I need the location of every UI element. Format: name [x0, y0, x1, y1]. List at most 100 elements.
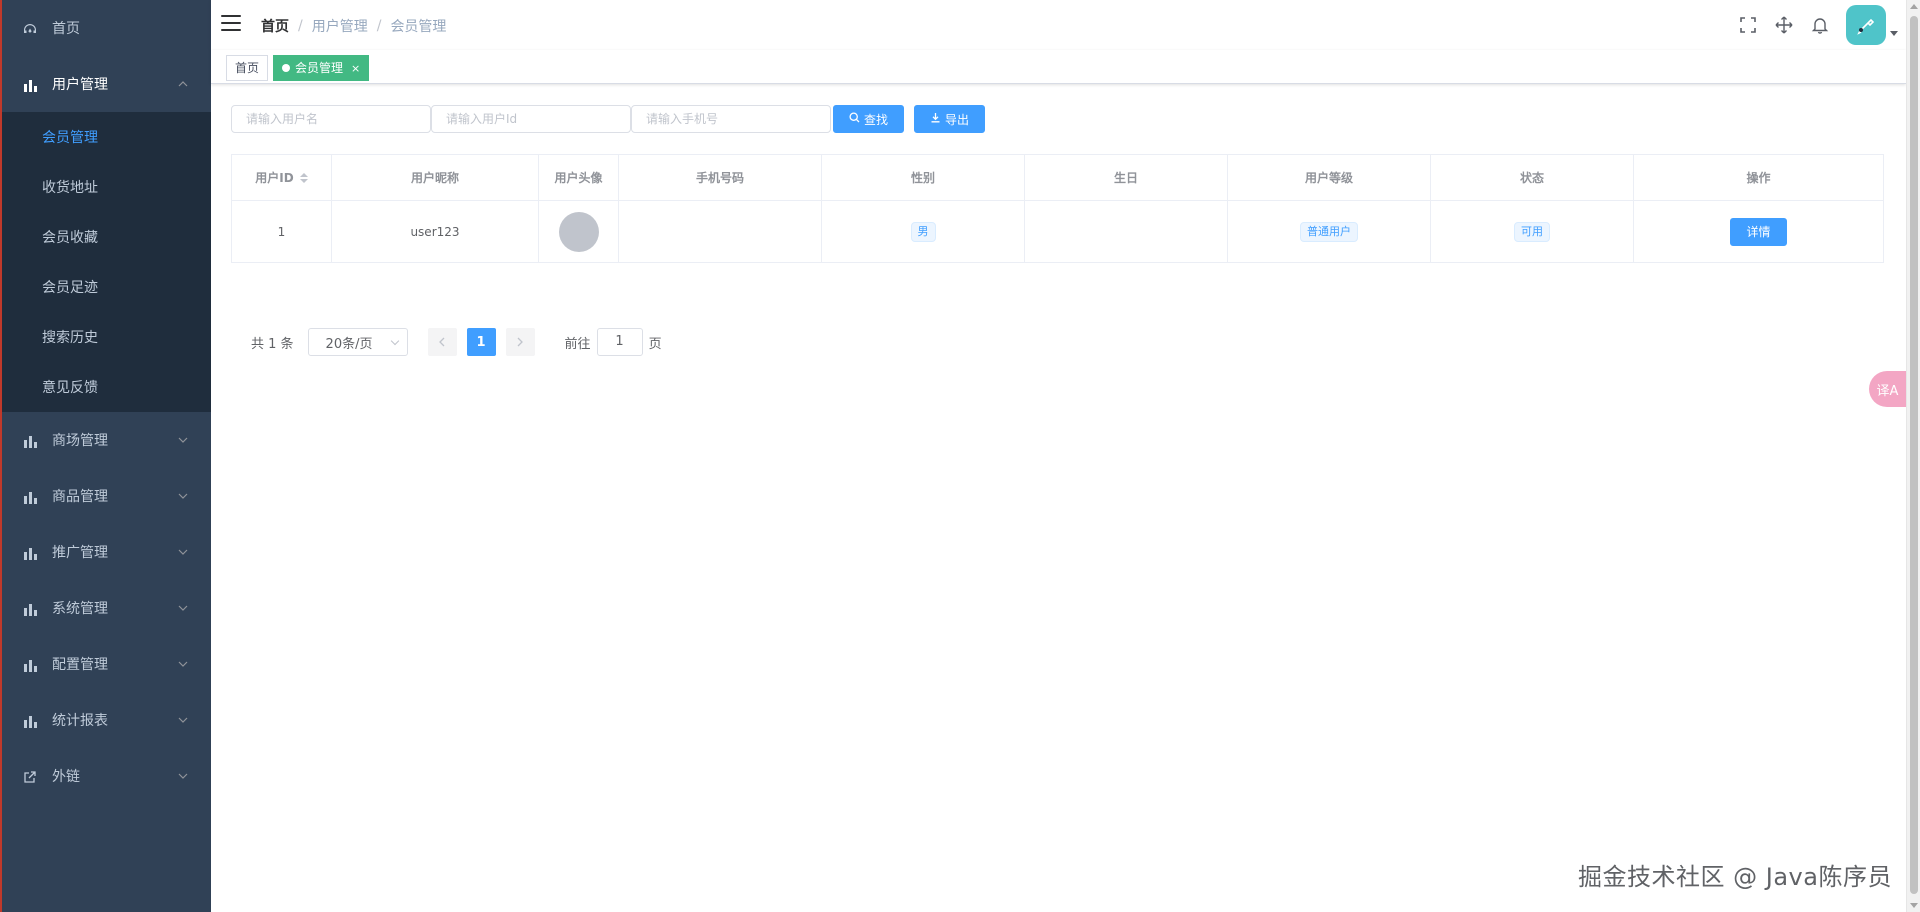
scroll-down-icon[interactable] [1910, 903, 1918, 908]
move-icon[interactable] [1774, 15, 1794, 35]
chart-icon [22, 600, 38, 616]
main-content: 请输入用户名 请输入用户Id 请输入手机号 查找 导出 用户ID 用户昵称 用户… [211, 84, 1906, 912]
close-icon[interactable]: × [351, 62, 360, 75]
user-avatar-placeholder [558, 211, 599, 252]
sidebar-group-label: 系统管理 [52, 601, 108, 617]
active-dot-icon [282, 63, 290, 72]
header-label: 用户ID [255, 171, 294, 185]
goto-label: 前往 [564, 336, 591, 352]
page-number-button[interactable]: 1 [466, 328, 496, 356]
table-header: 用户ID 用户昵称 用户头像 手机号码 性别 生日 用户等级 状态 操作 [232, 155, 1883, 201]
export-button[interactable]: 导出 [914, 105, 986, 133]
cell-phone [619, 201, 822, 262]
sidebar-item-label: 意见反馈 [42, 380, 98, 396]
scroll-up-icon[interactable] [1910, 4, 1918, 9]
userid-input[interactable]: 请输入用户Id [431, 105, 631, 133]
user-avatar-dropdown[interactable] [1846, 5, 1898, 45]
sidebar-item-member-favorites[interactable]: 会员收藏 [2, 212, 211, 262]
page-size-value: 20条/页 [325, 336, 373, 352]
page-scrollbar[interactable] [1906, 0, 1920, 912]
bell-icon[interactable] [1810, 15, 1830, 35]
cell-gender: 男 [822, 201, 1025, 262]
sidebar-group-config-management[interactable]: 配置管理 [2, 636, 211, 692]
translate-icon[interactable]: 译A [1869, 371, 1906, 407]
column-header-phone: 手机号码 [619, 155, 822, 200]
tab-home[interactable]: 首页 [226, 55, 269, 81]
sidebar-group-label: 商品管理 [52, 489, 108, 505]
chart-icon [22, 656, 38, 672]
chart-icon [22, 544, 38, 560]
dashboard-icon [22, 20, 38, 36]
column-header-status: 状态 [1431, 155, 1634, 200]
chevron-down-icon [177, 602, 189, 614]
sidebar-item-member-management[interactable]: 会员管理 [2, 112, 211, 162]
level-tag: 普通用户 [1300, 221, 1358, 242]
cell-action: 详情 [1634, 201, 1883, 262]
breadcrumb: 首页 / 用户管理 / 会员管理 [261, 16, 446, 36]
username-input[interactable]: 请输入用户名 [231, 105, 431, 133]
sidebar-item-feedback[interactable]: 意见反馈 [2, 362, 211, 412]
sidebar-group-label: 外链 [52, 769, 80, 785]
sidebar: 首页 用户管理 会员管理 收货地址 会员收藏 会员足迹 搜索历史 意见反馈 商场… [0, 0, 211, 912]
next-page-button[interactable] [505, 328, 535, 356]
cell-level: 普通用户 [1228, 201, 1431, 262]
sidebar-group-label: 推广管理 [52, 545, 108, 561]
sidebar-group-system-management[interactable]: 系统管理 [2, 580, 211, 636]
column-header-action: 操作 [1634, 155, 1883, 200]
cell-birthday [1025, 201, 1228, 262]
navbar: 首页 / 用户管理 / 会员管理 [211, 0, 1906, 50]
member-table: 用户ID 用户昵称 用户头像 手机号码 性别 生日 用户等级 状态 操作 1 u… [231, 154, 1884, 263]
search-button-label: 查找 [864, 112, 889, 127]
breadcrumb-home[interactable]: 首页 [261, 16, 289, 36]
detail-button[interactable]: 详情 [1730, 217, 1787, 246]
chevron-down-icon [390, 336, 399, 346]
sidebar-item-member-footprints[interactable]: 会员足迹 [2, 262, 211, 312]
breadcrumb-member-management: 会员管理 [390, 19, 447, 35]
chart-icon [22, 432, 38, 448]
breadcrumb-user-management: 用户管理 [311, 19, 368, 35]
sidebar-item-shipping-address[interactable]: 收货地址 [2, 162, 211, 212]
pagination: 共 1 条 20条/页 1 前往 1 页 [251, 328, 662, 356]
hamburger-menu-icon[interactable] [221, 15, 241, 33]
cell-nickname: user123 [332, 201, 539, 262]
goto-page-input[interactable]: 1 [596, 328, 643, 356]
prev-page-button[interactable] [427, 328, 457, 356]
external-link-icon [22, 768, 38, 784]
status-badge: 可用 [1514, 221, 1550, 242]
sidebar-item-search-history[interactable]: 搜索历史 [2, 312, 211, 362]
phone-input[interactable]: 请输入手机号 [631, 105, 831, 133]
chevron-down-icon [177, 714, 189, 726]
sidebar-item-label: 会员管理 [42, 130, 98, 146]
sidebar-group-promotion-management[interactable]: 推广管理 [2, 524, 211, 580]
sidebar-item-label: 收货地址 [42, 180, 98, 196]
header-label: 操作 [1746, 171, 1771, 185]
cell-status: 可用 [1431, 201, 1634, 262]
column-header-level: 用户等级 [1228, 155, 1431, 200]
fullscreen-icon[interactable] [1738, 15, 1758, 35]
header-label: 用户头像 [554, 171, 603, 185]
sidebar-group-label: 用户管理 [52, 77, 108, 93]
sort-caret-icon[interactable] [299, 172, 308, 183]
scrollbar-thumb[interactable] [1910, 16, 1918, 894]
pagination-total: 共 1 条 [251, 336, 294, 352]
sidebar-group-statistics-report[interactable]: 统计报表 [2, 692, 211, 748]
chart-icon [22, 712, 38, 728]
sidebar-item-home[interactable]: 首页 [2, 0, 211, 56]
sidebar-group-external-link[interactable]: 外链 [2, 748, 211, 804]
table-row: 1 user123 男 普通用户 可用 详情 [232, 201, 1883, 262]
page-jumper: 前往 1 页 [565, 328, 662, 356]
filter-bar: 请输入用户名 请输入用户Id 请输入手机号 查找 导出 [231, 105, 986, 133]
tab-member-management[interactable]: 会员管理 × [273, 55, 370, 81]
sidebar-item-label: 会员足迹 [42, 280, 98, 296]
chevron-left-icon [439, 337, 445, 347]
sidebar-group-mall-management[interactable]: 商场管理 [2, 412, 211, 468]
sidebar-group-product-management[interactable]: 商品管理 [2, 468, 211, 524]
header-label: 手机号码 [695, 171, 744, 185]
sidebar-group-user-management[interactable]: 用户管理 [2, 56, 211, 112]
chevron-down-icon [177, 546, 189, 558]
column-header-user-id[interactable]: 用户ID [232, 155, 332, 200]
search-button[interactable]: 查找 [833, 105, 905, 133]
chevron-down-icon [177, 770, 189, 782]
page-size-select[interactable]: 20条/页 [307, 328, 408, 356]
cell-user-id: 1 [232, 201, 332, 262]
